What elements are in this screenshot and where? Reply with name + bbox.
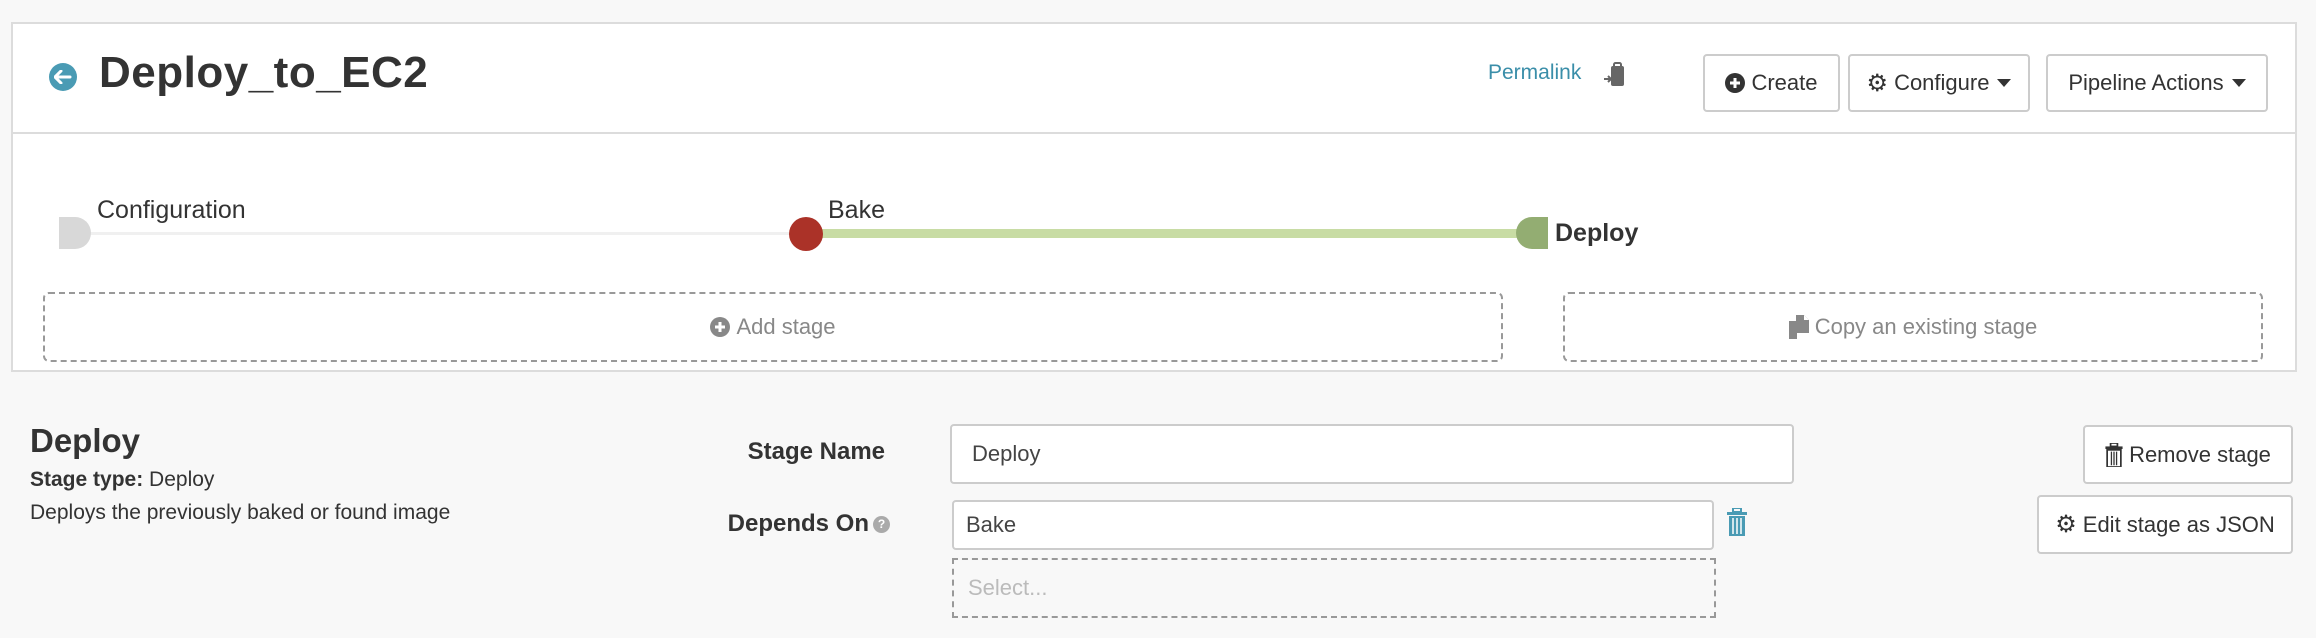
stage-detail-title: Deploy <box>30 422 141 459</box>
edit-json-label: Edit stage as JSON <box>2082 511 2275 537</box>
configure-button[interactable]: ⚙ Configure <box>1848 54 2030 112</box>
edit-stage-json-button[interactable]: ⚙ Edit stage as JSON <box>2037 495 2293 554</box>
connector-bake-deploy <box>813 229 1543 238</box>
page-title: Deploy_to_EC2 <box>99 48 429 97</box>
pipeline-panel: Deploy_to_EC2 Permalink Create ⚙ Configu… <box>11 22 2297 372</box>
trash-icon[interactable] <box>1727 507 1747 541</box>
copy-files-icon <box>1788 315 1809 339</box>
stage-node-deploy[interactable] <box>1516 217 1548 249</box>
caret-down-icon <box>2231 79 2246 87</box>
stage-type-label: Stage type: <box>30 468 144 491</box>
stage-node-configuration[interactable] <box>59 217 91 249</box>
add-stage-label: Add stage <box>736 314 836 339</box>
stage-label-configuration[interactable]: Configuration <box>97 196 246 225</box>
plus-circle-icon <box>710 317 731 337</box>
depends-on-label: Depends On? <box>690 510 890 538</box>
remove-stage-button[interactable]: Remove stage <box>2083 425 2293 484</box>
stage-name-input[interactable]: Deploy <box>950 424 1794 484</box>
pipeline-actions-button[interactable]: Pipeline Actions <box>2046 54 2268 112</box>
pipeline-actions-label: Pipeline Actions <box>2068 70 2224 95</box>
depends-on-value[interactable]: Bake <box>952 500 1714 550</box>
copy-to-clipboard-icon[interactable] <box>1603 62 1625 88</box>
depends-on-select[interactable]: Select... <box>952 558 1716 618</box>
create-label: Create <box>1751 70 1818 95</box>
stage-type: Stage type: Deploy <box>30 468 214 492</box>
caret-down-icon <box>1997 79 2012 87</box>
trash-icon <box>2105 442 2123 467</box>
copy-existing-stage-button[interactable]: Copy an existing stage <box>1563 292 2263 362</box>
stage-node-bake[interactable] <box>789 217 823 251</box>
copy-stage-label: Copy an existing stage <box>1814 314 2038 339</box>
help-icon[interactable]: ? <box>873 516 890 534</box>
add-stage-button[interactable]: Add stage <box>43 292 1503 362</box>
gear-icon: ⚙ <box>1866 69 1889 97</box>
back-arrow-icon[interactable] <box>49 63 77 91</box>
pipeline-graph: Configuration Bake Deploy Add stage Copy… <box>13 134 2295 372</box>
plus-circle-icon <box>1725 73 1746 93</box>
create-button[interactable]: Create <box>1703 54 1840 112</box>
stage-label-deploy[interactable]: Deploy <box>1555 219 1638 248</box>
connector-configuration-bake <box>83 232 803 235</box>
configure-label: Configure <box>1894 70 1990 95</box>
stage-description: Deploys the previously baked or found im… <box>30 501 451 524</box>
permalink-link[interactable]: Permalink <box>1488 61 1581 85</box>
stage-label-bake[interactable]: Bake <box>828 196 885 225</box>
pipeline-header: Deploy_to_EC2 Permalink Create ⚙ Configu… <box>13 24 2295 134</box>
stage-type-value: Deploy <box>149 468 215 491</box>
stage-name-label: Stage Name <box>747 438 885 465</box>
remove-stage-label: Remove stage <box>2129 441 2271 467</box>
depends-on-text: Depends On <box>727 510 869 537</box>
gear-icon: ⚙ <box>2055 511 2077 538</box>
